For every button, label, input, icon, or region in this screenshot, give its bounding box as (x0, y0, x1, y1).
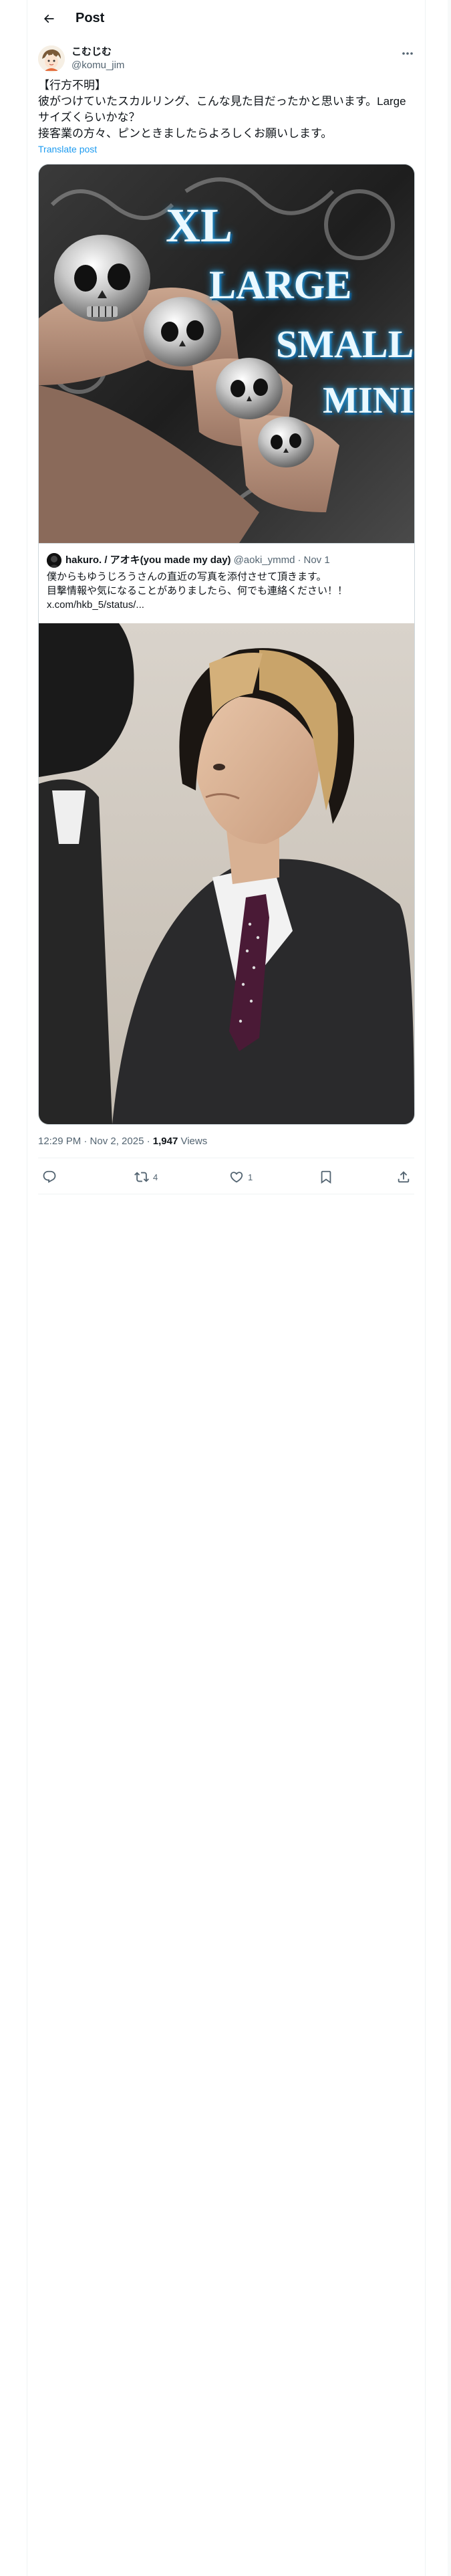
right-gutter (448, 0, 451, 2576)
heart-icon (230, 1172, 243, 1183)
quote-separator: · (297, 554, 301, 566)
share-icon (398, 1171, 410, 1183)
quote-photo[interactable] (39, 623, 414, 1124)
quote-header[interactable]: hakuro. / アオキ(you made my day) @aoki_ymm… (47, 553, 330, 568)
arrow-left-icon (43, 14, 54, 23)
media-card[interactable]: XL LARGE SMALL MINI hakuro. / アオキ(you ma… (38, 164, 415, 1125)
views-label: Views (178, 1136, 208, 1147)
post-header: Post (27, 0, 425, 37)
portrait-photo (39, 623, 414, 1124)
quote-date: Nov 1 (303, 554, 330, 566)
size-label-xl: XL (166, 199, 233, 252)
repost-icon (134, 1172, 149, 1182)
action-bar: 4 1 (27, 1161, 425, 1193)
share-button[interactable] (396, 1169, 411, 1185)
quote-text: 僕からもゆうじろうさんの直近の写真を添付させて頂きます。 目撃情報や気になること… (47, 571, 348, 611)
tweet-text: 【行方不明】 彼がつけていたスカルリング、こんな見た目だったかと思います。Lar… (38, 79, 406, 140)
size-label-small: SMALL (276, 322, 414, 366)
size-label-mini: MINI (323, 380, 414, 421)
skull-rings-image[interactable]: XL LARGE SMALL MINI (39, 165, 414, 543)
quote-author-handle: @aoki_ymmd (233, 554, 295, 566)
repost-button[interactable]: 4 (134, 1169, 158, 1185)
quote-divider (39, 543, 414, 544)
avatar[interactable] (38, 45, 65, 72)
quote-author-name: hakuro. / アオキ(you made my day) (65, 554, 231, 566)
post-timestamp[interactable]: 12:29 PM · Nov 2, 2025 · (38, 1136, 153, 1147)
author-handle[interactable]: @komu_jim (71, 59, 124, 72)
like-button[interactable]: 1 (229, 1169, 253, 1185)
repost-count: 4 (153, 1172, 158, 1182)
quote-avatar-image (47, 553, 61, 568)
more-icon (402, 52, 413, 55)
avatar-illustration (38, 45, 65, 72)
reply-icon (43, 1170, 56, 1183)
back-button[interactable] (38, 8, 59, 29)
views-count: 1,947 (152, 1136, 178, 1147)
post-column: Post こむじむ @komu_jim 【行方不明】 彼がつけていたスカルリング… (27, 0, 426, 2576)
author-name[interactable]: こむじむ (71, 45, 112, 59)
size-label-large: LARGE (209, 263, 352, 307)
page-title: Post (76, 11, 105, 25)
more-options-button[interactable] (398, 47, 417, 60)
bookmark-button[interactable] (319, 1169, 333, 1185)
post-meta: 12:29 PM · Nov 2, 2025 · 1,947 Views (38, 1135, 207, 1148)
translate-post-link[interactable]: Translate post (38, 143, 97, 155)
bookmark-icon (321, 1170, 331, 1184)
quote-avatar (47, 553, 61, 568)
reply-button[interactable] (42, 1169, 61, 1185)
like-count: 1 (248, 1172, 253, 1182)
